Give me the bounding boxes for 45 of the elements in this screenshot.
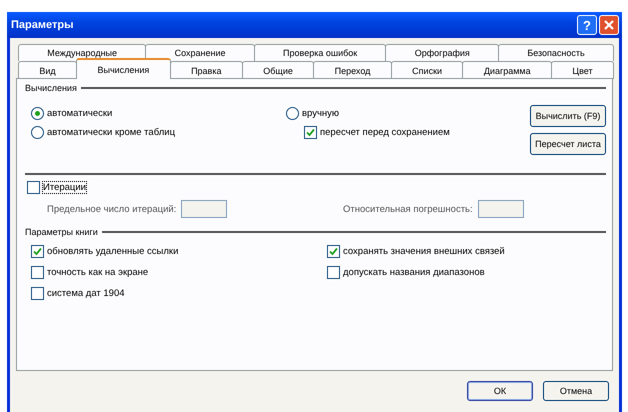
checkbox[interactable] [327,244,340,258]
radio-label: автоматически кроме таблиц [47,126,176,138]
radio-button[interactable] [31,126,44,138]
checkbox-label: система дат 1904 [47,288,125,298]
radio-label: вручную [302,108,340,118]
window-title: Параметры [11,19,74,31]
calc-button[interactable]: Пересчет листа [530,133,606,155]
calc-button[interactable]: Вычислить (F9) [530,105,606,127]
tab[interactable]: Вычисления [76,58,171,79]
field-label: Относительная погрешность: [343,204,473,214]
tab[interactable]: Сохранение [145,44,255,61]
close-icon [603,19,615,31]
radio-button[interactable] [286,106,299,120]
checkbox[interactable] [31,244,44,258]
tab[interactable]: Общие [242,61,314,79]
checkbox[interactable] [27,180,40,194]
tab[interactable]: Орфография [385,44,500,61]
tab[interactable]: Правка [170,61,243,79]
checkbox-label: пересчет перед сохранением [320,126,450,138]
checkbox-label: обновлять удаленные ссылки [47,246,178,256]
close-button[interactable] [599,15,619,35]
checkbox[interactable] [327,266,340,278]
checkbox[interactable] [31,266,44,278]
checkbox-label: Итерации [43,182,86,192]
field-label: Предельное число итераций: [47,204,176,214]
tab[interactable]: Безопасность [498,44,614,61]
group-title: Вычисления [25,83,77,93]
tab[interactable]: Списки [390,61,464,79]
tab[interactable]: Проверка ошибок [254,44,386,61]
radio-button[interactable] [31,106,44,120]
tab[interactable]: Международные [18,44,146,61]
tab[interactable]: Цвет [551,61,614,79]
checkbox[interactable] [31,286,44,300]
group-title: Параметры книги [25,227,98,237]
checkbox-label: сохранять значения внешних связей [343,246,505,256]
help-button[interactable]: ? [577,15,597,35]
checkbox-label: допускать названия диапазонов [343,266,485,278]
cancel-button[interactable]: Отмена [543,381,609,401]
tab[interactable]: Вид [18,61,78,79]
ok-button[interactable]: ОК [467,381,533,401]
checkbox[interactable] [304,126,317,138]
tab[interactable]: Диаграмма [462,61,552,79]
tab[interactable]: Переход [313,61,392,79]
radio-label: автоматически [47,108,112,118]
checkbox-label: точность как на экране [47,266,148,278]
